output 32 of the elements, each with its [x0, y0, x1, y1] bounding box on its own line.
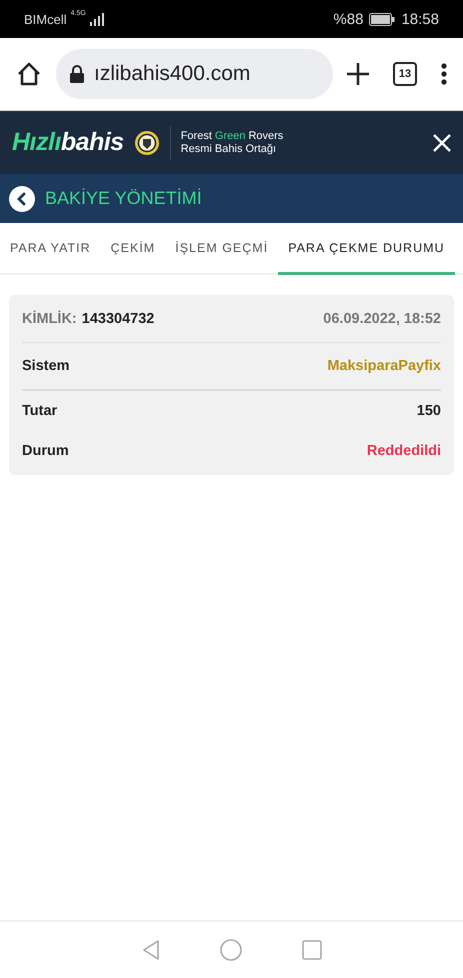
id-label: KİMLİK: — [22, 310, 77, 326]
field-value: Reddedildi — [366, 442, 441, 458]
signal-icon — [90, 12, 104, 26]
logo-text[interactable]: Hızlıbahis — [12, 128, 124, 157]
back-icon[interactable] — [9, 186, 35, 212]
carrier-name: BIMcell — [24, 12, 67, 26]
lock-icon — [70, 65, 84, 83]
tab[interactable]: PARA ÇEKME DURUMU — [278, 223, 455, 275]
battery-icon — [369, 12, 396, 26]
more-icon[interactable] — [441, 63, 447, 85]
tab[interactable]: PARA YATIR — [0, 223, 101, 275]
field-label: Sistem — [22, 358, 70, 374]
tab[interactable]: ÇEKİM — [100, 223, 166, 275]
club-crest-icon — [134, 130, 160, 156]
field-label: Durum — [22, 442, 69, 458]
id-value: 143304732 — [82, 310, 154, 326]
battery-percent: %88 — [333, 10, 364, 28]
date-text: 06.09.2022, 18:52 — [323, 310, 441, 326]
address-bar[interactable]: ızlibahis400.com — [56, 49, 333, 99]
clock: 18:58 — [401, 10, 439, 28]
plus-icon[interactable] — [347, 63, 369, 85]
tab[interactable]: İŞLEM GEÇMİ — [165, 223, 278, 275]
page-title: BAKİYE YÖNETİMİ — [45, 188, 202, 209]
partner-tagline: Resmi Bahis Ortağı — [180, 143, 278, 155]
url-text: ızlibahis400.com — [94, 62, 250, 86]
field-value: MaksiparaPayfix — [327, 358, 441, 374]
field-value: 150 — [416, 402, 441, 418]
home-icon[interactable] — [16, 61, 42, 87]
field-label: Tutar — [22, 402, 58, 418]
close-icon[interactable] — [433, 134, 451, 152]
tab-count-button[interactable]: 13 — [393, 62, 417, 86]
partner-name: Forest Green Rovers — [180, 130, 284, 142]
